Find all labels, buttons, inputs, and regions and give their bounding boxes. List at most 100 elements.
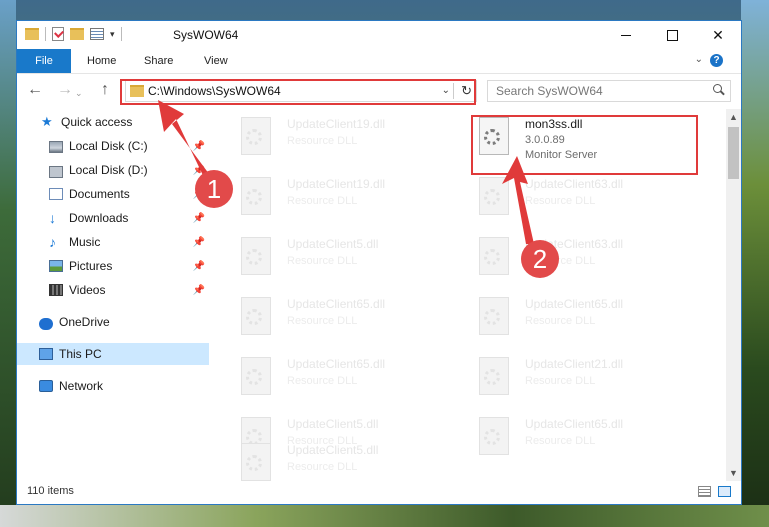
pin-icon[interactable]: 📌 [193, 141, 205, 152]
sidebar-item-label: This PC [59, 347, 102, 361]
file-item[interactable]: UpdateClient19.dll Resource DLL [233, 111, 453, 165]
videos-icon [49, 284, 63, 296]
file-name: UpdateClient65.dll [287, 357, 386, 371]
sidebar-item-label: Network [59, 379, 104, 393]
back-arrow-icon[interactable]: ← [27, 82, 43, 98]
sidebar-item-music[interactable]: ♪ Music 📌 [17, 231, 209, 253]
toolbar-separator [45, 27, 46, 41]
file-type: Resource DLL [287, 195, 358, 207]
sidebar-item-label: Videos [69, 283, 106, 297]
details-view-icon[interactable] [698, 486, 711, 497]
quick-access-toolbar: ▾ [25, 27, 122, 41]
file-name: UpdateClient65.dll [525, 417, 624, 431]
new-folder-icon[interactable] [70, 28, 84, 40]
sidebar-item-label: Music [69, 235, 101, 249]
file-item[interactable]: UpdateClient5.dll Resource DLL [233, 231, 453, 285]
tab-file[interactable]: File [17, 49, 71, 73]
scroll-thumb[interactable] [728, 127, 739, 179]
desktop-wallpaper-bottom [0, 505, 769, 527]
file-highlight-box [471, 115, 698, 175]
forward-arrow-icon[interactable]: → [57, 82, 73, 98]
maximize-button[interactable] [649, 21, 695, 49]
sidebar-item-onedrive[interactable]: OneDrive [17, 311, 209, 333]
tab-view[interactable]: View [192, 49, 240, 73]
sidebar-item-videos[interactable]: Videos 📌 [17, 279, 209, 301]
file-item[interactable]: UpdateClient65.dll Resource DLL [233, 351, 453, 405]
file-item[interactable]: UpdateClient21.dll Resource DLL [471, 351, 691, 405]
file-item[interactable]: UpdateClient19.dll Resource DLL [233, 171, 453, 225]
sidebar-item-label: OneDrive [59, 315, 110, 329]
sidebar-item-quick-access[interactable]: ★ Quick access [17, 111, 209, 133]
file-name: UpdateClient5.dll [287, 443, 379, 457]
scroll-up-icon[interactable]: ▲ [729, 112, 738, 122]
search-input[interactable]: Search SysWOW64 [496, 84, 603, 98]
file-name: UpdateClient5.dll [287, 237, 379, 251]
tab-home[interactable]: Home [75, 49, 128, 73]
file-item[interactable]: UpdateClient65.dll Resource DLL [471, 291, 691, 345]
documents-icon [49, 188, 63, 200]
pin-icon[interactable]: 📌 [193, 213, 205, 224]
status-bar: 110 items [17, 481, 741, 504]
sidebar-item-documents[interactable]: Documents 📌 [17, 183, 209, 205]
tab-share[interactable]: Share [132, 49, 185, 73]
star-icon: ★ [41, 114, 53, 129]
close-button[interactable]: ✕ [695, 21, 741, 49]
toolbar-separator [120, 27, 122, 41]
sidebar-item-pictures[interactable]: Pictures 📌 [17, 255, 209, 277]
title-bar: ▾ SysWOW64 ✕ [17, 21, 741, 49]
file-name: UpdateClient63.dll [525, 177, 624, 191]
file-type: Resource DLL [287, 315, 358, 327]
expand-ribbon-icon[interactable]: ⌄ [695, 54, 703, 65]
properties-icon[interactable] [90, 28, 104, 40]
maximize-icon [666, 29, 678, 41]
sidebar-item-local-disk-d[interactable]: Local Disk (D:) 📌 [17, 159, 209, 181]
sidebar-item-label: Documents [69, 187, 130, 201]
sidebar-item-network[interactable]: Network [17, 375, 209, 397]
sidebar-item-label: Local Disk (D:) [69, 163, 148, 177]
large-icons-view-icon[interactable] [718, 486, 731, 497]
scroll-down-icon[interactable]: ▼ [729, 468, 738, 478]
gear-icon [246, 369, 262, 385]
pin-icon[interactable]: 📌 [193, 261, 205, 272]
sidebar-item-this-pc[interactable]: This PC [17, 343, 209, 365]
file-name: UpdateClient65.dll [525, 297, 624, 311]
minimize-button[interactable] [603, 21, 649, 49]
customize-toolbar-dropdown-icon[interactable]: ▾ [110, 29, 115, 40]
sidebar-item-label: Quick access [61, 115, 133, 129]
gear-icon [246, 309, 262, 325]
gear-icon [484, 369, 500, 385]
file-type: Resource DLL [525, 315, 596, 327]
sidebar-item-downloads[interactable]: ↓ Downloads 📌 [17, 207, 209, 229]
file-item[interactable]: UpdateClient63.dll Resource DLL [471, 231, 691, 285]
network-icon [39, 380, 53, 392]
up-arrow-icon[interactable]: ↑ [101, 82, 109, 98]
desktop-wallpaper-left [0, 0, 16, 527]
file-item[interactable]: UpdateClient5.dll Resource DLL [233, 437, 453, 481]
downloads-icon: ↓ [49, 210, 56, 226]
search-icon[interactable] [713, 84, 722, 93]
vertical-scrollbar[interactable]: ▲ ▼ [726, 109, 741, 481]
help-icon[interactable]: ? [710, 54, 723, 67]
file-type: Resource DLL [525, 435, 596, 447]
gear-icon [246, 129, 262, 145]
file-item[interactable]: UpdateClient63.dll Resource DLL [471, 171, 691, 225]
recent-locations-dropdown-icon[interactable]: ⌄ [75, 85, 83, 101]
file-name: UpdateClient5.dll [287, 417, 379, 431]
minimize-icon [621, 34, 631, 36]
drive-icon [49, 165, 63, 178]
file-item[interactable]: UpdateClient65.dll Resource DLL [233, 291, 453, 345]
gear-icon [246, 249, 262, 265]
pin-icon[interactable]: 📌 [193, 237, 205, 248]
properties-check-icon[interactable] [52, 27, 64, 41]
cloud-icon [39, 317, 53, 330]
window-title: SysWOW64 [173, 28, 239, 42]
gear-icon [246, 455, 262, 471]
sidebar-item-local-disk-c[interactable]: Local Disk (C:) 📌 [17, 135, 209, 157]
search-box[interactable]: Search SysWOW64 [487, 80, 731, 102]
pin-icon[interactable]: 📌 [193, 285, 205, 296]
file-type: Resource DLL [287, 461, 358, 473]
music-icon: ♪ [49, 234, 56, 250]
file-item[interactable]: UpdateClient65.dll Resource DLL [471, 411, 691, 465]
computer-icon [39, 348, 53, 360]
ribbon-tabs: File Home Share View ⌄ ? [17, 49, 741, 74]
